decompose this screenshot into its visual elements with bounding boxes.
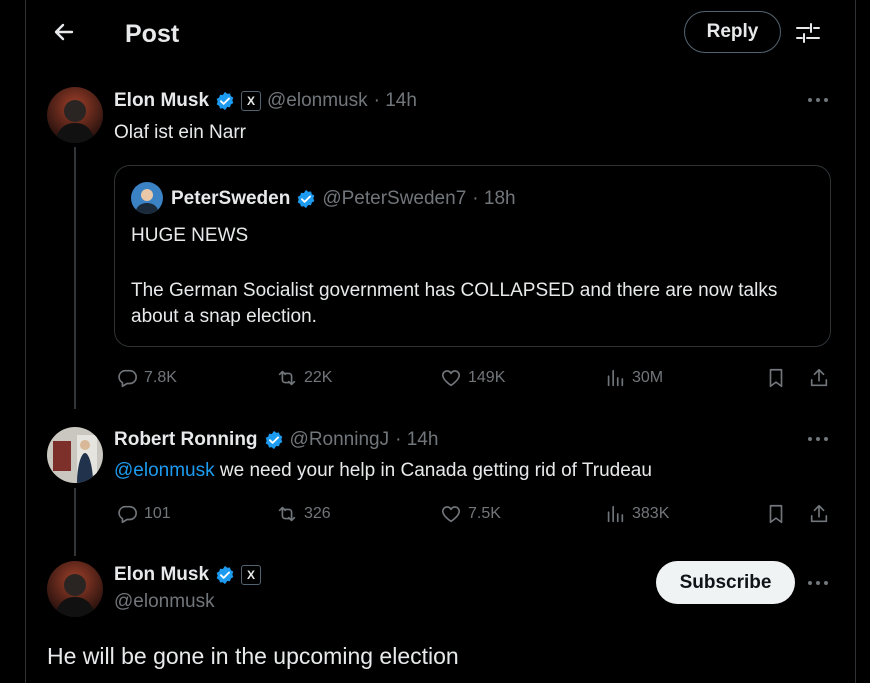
- like-count[interactable]: 7.5K: [440, 503, 501, 525]
- post-body: we need your help in Canada getting rid …: [214, 460, 652, 481]
- repost-icon: [278, 370, 296, 386]
- more-options-icon[interactable]: [808, 96, 832, 104]
- avatar-robert-ronning[interactable]: [47, 427, 103, 483]
- post1-header: Elon Musk X @elonmusk · 14h: [114, 88, 417, 114]
- thread-line: [74, 147, 76, 409]
- reply-icon: [118, 369, 137, 388]
- view-count[interactable]: 383K: [604, 503, 669, 525]
- verified-badge-icon: [298, 189, 315, 209]
- view-count-value: 30M: [632, 369, 664, 386]
- back-arrow-icon[interactable]: [50, 18, 78, 46]
- post-text: Olaf ist ein Narr: [114, 122, 246, 143]
- author-handle[interactable]: @elonmusk: [114, 591, 215, 613]
- quote-author-handle: @PeterSweden7: [322, 188, 467, 209]
- repost-count-value: 22K: [304, 369, 333, 386]
- view-count[interactable]: 30M: [604, 367, 663, 389]
- quote-time: · 18h: [472, 188, 516, 209]
- post-time[interactable]: · 14h: [395, 429, 438, 451]
- avatar-peter-sweden: [131, 182, 163, 214]
- like-count[interactable]: 149K: [440, 367, 505, 389]
- quote-body: The German Socialist government has COLL…: [131, 280, 778, 327]
- tune-settings-icon[interactable]: [794, 19, 822, 47]
- quote-header: PeterSweden @PeterSweden7 · 18h: [171, 186, 516, 212]
- heart-icon: [441, 370, 461, 387]
- x-affiliate-badge-icon: X: [241, 91, 262, 111]
- reply-count[interactable]: 101: [116, 503, 171, 525]
- analytics-icon: [607, 505, 624, 523]
- verified-badge-icon: [216, 91, 234, 111]
- share-icon[interactable]: [808, 367, 830, 389]
- author-handle[interactable]: @RonningJ: [290, 429, 390, 451]
- reply-count[interactable]: 7.8K: [116, 367, 177, 389]
- post3-header: Elon Musk X: [114, 562, 262, 588]
- reply-button[interactable]: Reply: [684, 11, 781, 53]
- focused-post-text: He will be gone in the upcoming election: [47, 643, 459, 669]
- x-affiliate-badge-icon: X: [241, 565, 262, 585]
- reply-count-value: 101: [144, 505, 171, 522]
- post-time[interactable]: · 14h: [374, 90, 417, 112]
- repost-count[interactable]: 22K: [276, 367, 332, 389]
- share-icon[interactable]: [808, 503, 830, 525]
- post2-header: Robert Ronning @RonningJ · 14h: [114, 427, 438, 453]
- repost-count-value: 326: [304, 505, 331, 522]
- more-options-icon[interactable]: [808, 579, 832, 587]
- thread-line: [74, 488, 76, 556]
- verified-badge-icon: [265, 430, 282, 450]
- reply-icon: [118, 505, 137, 524]
- avatar-elon-musk[interactable]: [47, 561, 103, 617]
- like-count-value: 149K: [468, 369, 506, 386]
- verified-badge-icon: [216, 565, 234, 585]
- analytics-icon: [607, 369, 624, 387]
- bookmark-icon[interactable]: [765, 367, 787, 389]
- page-title: Post: [125, 20, 180, 48]
- reply-count-value: 7.8K: [144, 369, 177, 386]
- author-name[interactable]: Robert Ronning: [114, 429, 258, 451]
- heart-icon: [441, 506, 461, 523]
- author-name[interactable]: Elon Musk: [114, 90, 209, 112]
- avatar-elon-musk[interactable]: [47, 87, 103, 143]
- repost-count[interactable]: 326: [276, 503, 331, 525]
- like-count-value: 7.5K: [468, 505, 501, 522]
- mention-link[interactable]: @elonmusk: [114, 460, 215, 481]
- more-options-icon[interactable]: [808, 435, 832, 443]
- author-name[interactable]: Elon Musk: [114, 564, 209, 586]
- main-column: Post Reply Elon Musk X @elonmusk · 14h O…: [25, 0, 856, 683]
- author-handle[interactable]: @elonmusk: [267, 90, 368, 112]
- view-count-value: 383K: [632, 505, 670, 522]
- quoted-post[interactable]: PeterSweden @PeterSweden7 · 18h HUGE NEW…: [114, 165, 831, 347]
- quote-headline: HUGE NEWS: [131, 225, 249, 246]
- repost-icon: [278, 506, 296, 522]
- quote-author-name: PeterSweden: [171, 188, 291, 209]
- post-text: @elonmusk we need your help in Canada ge…: [114, 458, 652, 484]
- bookmark-icon[interactable]: [765, 503, 787, 525]
- subscribe-button[interactable]: Subscribe: [656, 561, 795, 604]
